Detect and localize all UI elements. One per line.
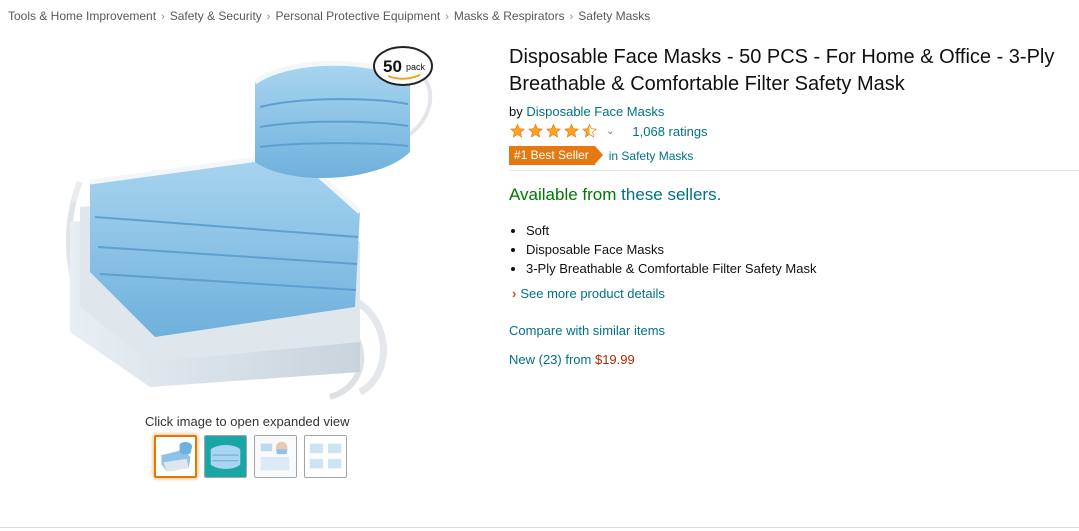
thumbnail-1[interactable] <box>154 435 197 478</box>
thumbnail-strip <box>154 435 347 478</box>
availability-prefix: Available from <box>509 185 622 204</box>
see-more-link[interactable]: See more product details <box>520 286 665 301</box>
new-offers-link[interactable]: New (23) from <box>509 352 595 367</box>
list-item: Soft <box>526 221 816 240</box>
star-half-icon <box>582 123 597 138</box>
thumbnail-4[interactable] <box>304 435 347 478</box>
best-seller-row: #1 Best Seller in Safety Masks <box>509 146 1079 165</box>
breadcrumb-separator: › <box>569 11 574 23</box>
rating-row: ⌄ 1,068 ratings <box>509 123 1079 139</box>
availability: Available from these sellers. <box>509 185 721 205</box>
breadcrumb-separator: › <box>266 11 271 23</box>
divider <box>0 527 1079 528</box>
breadcrumb-item[interactable]: Personal Protective Equipment <box>275 9 440 23</box>
image-caption: Click image to open expanded view <box>145 414 350 429</box>
star-full-icon <box>510 123 525 138</box>
compare-link[interactable]: Compare with similar items <box>509 323 665 338</box>
best-seller-category-link[interactable]: in Safety Masks <box>609 149 694 163</box>
list-item: Disposable Face Masks <box>526 240 816 259</box>
best-seller-badge[interactable]: #1 Best Seller <box>509 146 603 165</box>
star-rating[interactable] <box>509 123 598 139</box>
chevron-down-icon[interactable]: ⌄ <box>606 126 614 137</box>
breadcrumb-separator: › <box>445 11 449 23</box>
brand-link[interactable]: Disposable Face Masks <box>526 104 664 119</box>
star-full-icon <box>546 123 561 138</box>
face-mask-product-illustration: 50 pack <box>65 46 433 400</box>
pack-badge-number: 50 <box>383 57 402 76</box>
pack-badge-word: pack <box>406 62 426 72</box>
feature-bullets: Soft Disposable Face Masks 3-Ply Breatha… <box>526 221 816 278</box>
chevron-right-icon: › <box>512 286 517 301</box>
new-offers: New (23) from $19.99 <box>509 352 635 367</box>
see-more-details: › See more product details <box>512 286 665 301</box>
product-info: Disposable Face Masks - 50 PCS - For Hom… <box>509 44 1079 165</box>
breadcrumb-item[interactable]: Masks & Respirators <box>454 9 565 23</box>
breadcrumb-item[interactable]: Safety & Security <box>170 9 262 23</box>
breadcrumb-separator: › <box>161 11 165 23</box>
list-item: 3-Ply Breathable & Comfortable Filter Sa… <box>526 259 816 278</box>
thumbnail-3[interactable] <box>254 435 297 478</box>
main-product-image[interactable]: 50 pack <box>60 42 440 407</box>
product-title: Disposable Face Masks - 50 PCS - For Hom… <box>509 46 1055 95</box>
star-full-icon <box>564 123 579 138</box>
thumbnail-2[interactable] <box>204 435 247 478</box>
compare-section: Compare with similar items <box>509 323 665 338</box>
divider <box>509 170 1079 171</box>
breadcrumb-item[interactable]: Tools & Home Improvement <box>8 9 156 23</box>
by-prefix: by <box>509 104 523 119</box>
breadcrumb-item[interactable]: Safety Masks <box>578 9 650 23</box>
sellers-link[interactable]: these sellers. <box>621 185 721 204</box>
breadcrumb: Tools & Home Improvement › Safety & Securi… <box>8 9 650 23</box>
ratings-count-link[interactable]: 1,068 ratings <box>632 124 707 139</box>
star-full-icon <box>528 123 543 138</box>
new-offers-price: $19.99 <box>594 352 635 367</box>
byline: by Disposable Face Masks <box>509 104 1079 119</box>
